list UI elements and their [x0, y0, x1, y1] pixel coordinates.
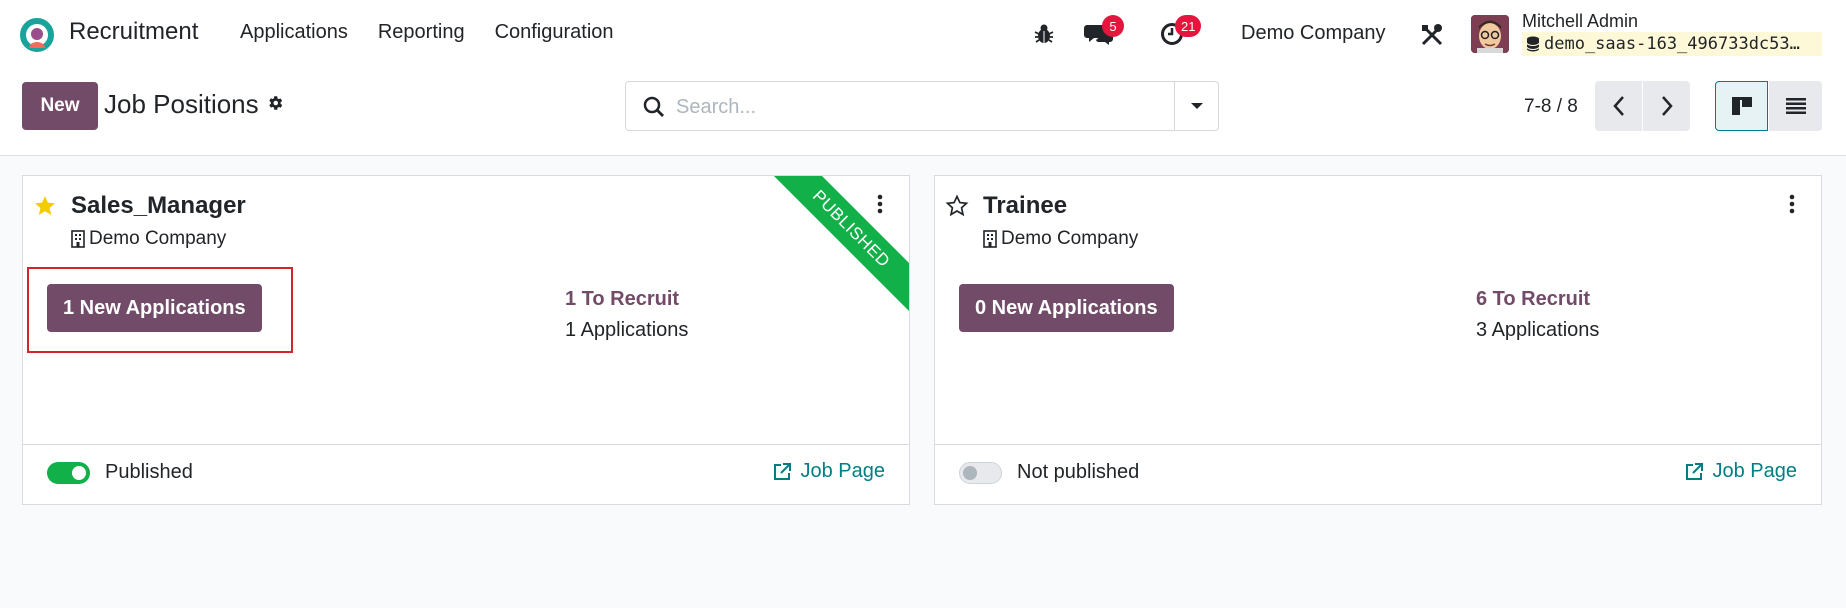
pager-value[interactable]: 7-8 / 8: [1524, 96, 1578, 118]
search-options-toggle[interactable]: [1174, 82, 1218, 130]
job-card-sales-manager[interactable]: PUBLISHED Sales_Manager Demo Company 1 N…: [22, 175, 910, 505]
job-card-trainee[interactable]: Trainee Demo Company 0 New Applications …: [934, 175, 1822, 505]
search-input[interactable]: [676, 92, 1146, 122]
published-ribbon: PUBLISHED: [761, 176, 909, 319]
new-applications-button[interactable]: 0 New Applications: [959, 284, 1174, 332]
kanban-view-button[interactable]: [1715, 81, 1768, 131]
app-name[interactable]: Recruitment: [69, 18, 198, 46]
building-icon: [983, 230, 997, 248]
card-footer: Published Job Page: [23, 444, 909, 504]
company-label: Demo Company: [1001, 228, 1139, 249]
bug-icon[interactable]: [1034, 23, 1054, 45]
main-menu: Applications Reporting Configuration: [240, 21, 614, 44]
company-switcher[interactable]: Demo Company: [1241, 22, 1386, 45]
job-name[interactable]: Trainee: [983, 192, 1067, 220]
job-page-label: Job Page: [800, 460, 885, 482]
job-page-link[interactable]: Job Page: [772, 460, 885, 483]
user-avatar[interactable]: [1471, 15, 1509, 53]
kanban-icon: [1731, 97, 1752, 115]
published-label: Not published: [1017, 461, 1140, 483]
applications-link[interactable]: 3 Applications: [1476, 319, 1599, 342]
list-view-button[interactable]: [1769, 81, 1822, 131]
published-toggle[interactable]: [959, 462, 1002, 484]
favorite-star-icon[interactable]: [33, 194, 57, 218]
job-company: Demo Company: [983, 228, 1138, 250]
dropdown-menu-icon[interactable]: [1789, 194, 1795, 214]
pager-next-button[interactable]: [1643, 81, 1690, 131]
pager-previous-button[interactable]: [1595, 81, 1642, 131]
search-bar: [625, 81, 1219, 131]
to-recruit-link[interactable]: 1 To Recruit: [565, 288, 679, 311]
tools-icon[interactable]: [1420, 23, 1444, 47]
published-label: Published: [105, 461, 193, 483]
job-page-link[interactable]: Job Page: [1684, 460, 1797, 483]
to-recruit-link[interactable]: 6 To Recruit: [1476, 288, 1590, 311]
new-button[interactable]: New: [22, 82, 98, 130]
search-icon: [643, 96, 664, 117]
gear-icon[interactable]: [266, 94, 284, 112]
favorite-star-icon[interactable]: [945, 194, 969, 218]
database-label: demo_saas-163_496733dc53…: [1544, 34, 1800, 54]
user-name[interactable]: Mitchell Admin: [1522, 11, 1638, 32]
published-toggle[interactable]: [47, 462, 90, 484]
external-link-icon: [774, 462, 792, 480]
job-name[interactable]: Sales_Manager: [71, 192, 246, 220]
menu-item-applications[interactable]: Applications: [240, 21, 348, 44]
database-name: demo_saas-163_496733dc53…: [1522, 32, 1822, 56]
chevron-right-icon: [1661, 96, 1673, 116]
menu-item-configuration[interactable]: Configuration: [495, 21, 614, 44]
dropdown-menu-icon[interactable]: [877, 194, 883, 214]
database-icon: [1526, 36, 1540, 52]
new-applications-button[interactable]: 1 New Applications: [47, 284, 262, 332]
company-label: Demo Company: [89, 228, 227, 249]
caret-down-icon: [1190, 103, 1203, 109]
card-footer: Not published Job Page: [935, 444, 1821, 504]
control-panel: New Job Positions 7-8 / 8: [0, 68, 1846, 156]
applications-link[interactable]: 1 Applications: [565, 319, 688, 342]
job-company: Demo Company: [71, 228, 226, 250]
building-icon: [71, 230, 85, 248]
menu-item-reporting[interactable]: Reporting: [378, 21, 465, 44]
list-icon: [1785, 98, 1806, 114]
activity-badge: 21: [1175, 15, 1202, 37]
top-navbar: Recruitment Applications Reporting Confi…: [0, 0, 1846, 68]
chevron-left-icon: [1612, 96, 1624, 116]
page-title: Job Positions: [104, 89, 259, 119]
job-page-label: Job Page: [1712, 460, 1797, 482]
external-link-icon: [1686, 462, 1704, 480]
recruitment-app-icon[interactable]: [20, 18, 54, 52]
chat-badge: 5: [1102, 15, 1124, 37]
